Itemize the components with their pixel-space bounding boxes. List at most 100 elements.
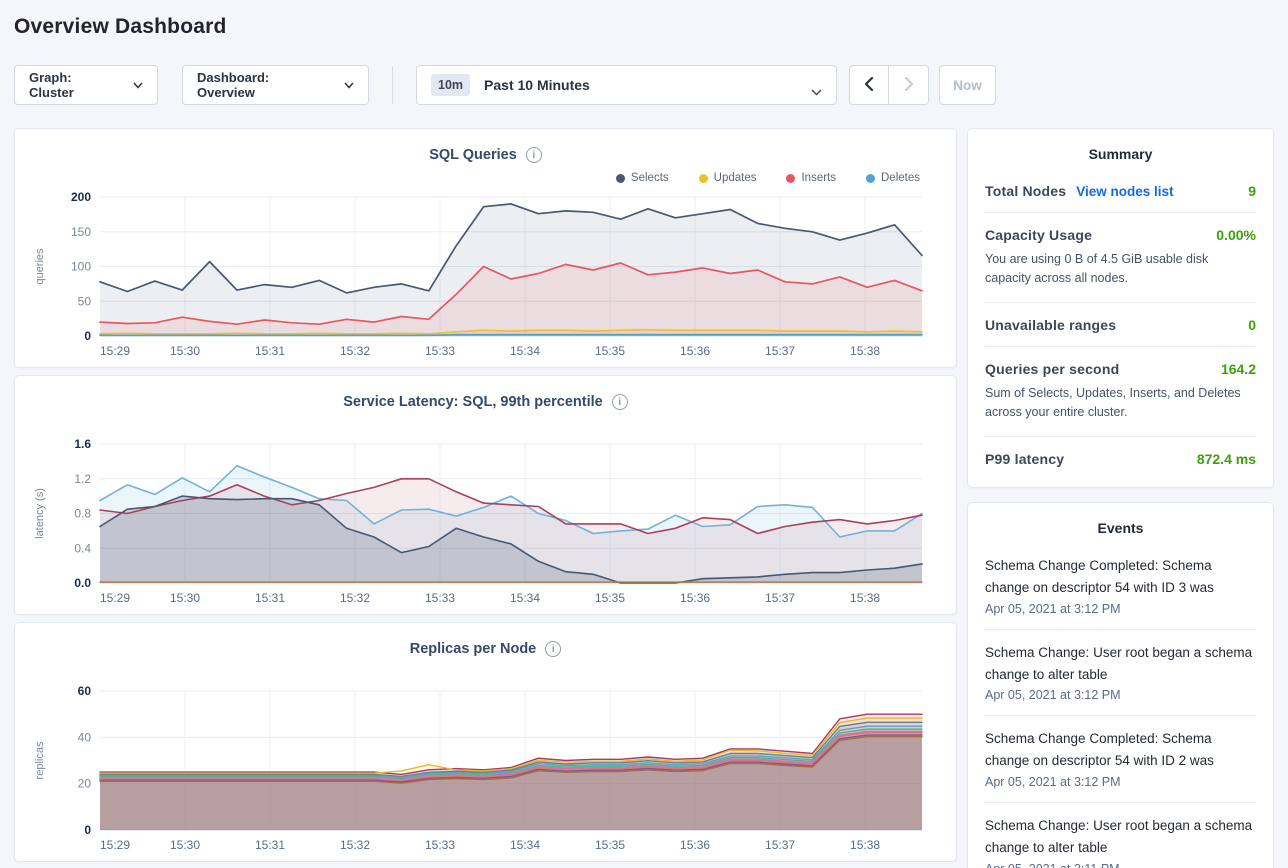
now-button[interactable]: Now: [939, 65, 996, 105]
sidebar: Summary Total Nodes View nodes list 9 Ca…: [967, 128, 1274, 868]
legend-item: Updates: [699, 172, 757, 184]
legend-dot-icon: [616, 174, 625, 183]
chevron-down-icon: [133, 82, 143, 89]
event-item: Schema Change Completed: Schema change o…: [985, 543, 1256, 630]
svg-text:15:31: 15:31: [255, 838, 285, 852]
svg-text:15:33: 15:33: [425, 591, 455, 605]
info-icon[interactable]: i: [545, 641, 561, 657]
svg-text:0: 0: [84, 329, 91, 343]
svg-text:15:32: 15:32: [340, 591, 370, 605]
event-timestamp: Apr 05, 2021 at 3:12 PM: [985, 688, 1256, 702]
page-title: Overview Dashboard: [14, 15, 1274, 39]
summary-row-value: 0.00%: [1216, 227, 1256, 243]
legend-dot-icon: [786, 174, 795, 183]
svg-text:15:36: 15:36: [680, 838, 710, 852]
time-step-buttons: [849, 65, 929, 105]
time-range-picker[interactable]: 10m Past 10 Minutes: [416, 65, 837, 105]
summary-card: Summary Total Nodes View nodes list 9 Ca…: [967, 128, 1274, 488]
svg-text:40: 40: [78, 730, 92, 744]
event-item: Schema Change Completed: Schema change o…: [985, 716, 1256, 803]
svg-text:1.6: 1.6: [74, 437, 91, 451]
summary-row-subtext: Sum of Selects, Updates, Inserts, and De…: [985, 384, 1256, 423]
event-item: Schema Change: User root began a schema …: [985, 630, 1256, 717]
chevron-left-icon: [863, 76, 875, 95]
svg-text:15:34: 15:34: [510, 344, 540, 358]
svg-text:latency (s): latency (s): [34, 488, 46, 539]
legend-dot-icon: [866, 174, 875, 183]
svg-text:100: 100: [71, 260, 91, 274]
summary-row-label: Capacity Usage: [985, 227, 1092, 243]
svg-text:15:33: 15:33: [425, 344, 455, 358]
summary-row-value: 164.2: [1221, 361, 1256, 377]
svg-text:15:37: 15:37: [765, 344, 795, 358]
replicas-per-node-chart: 020406015:2915:3015:3115:3215:3315:3415:…: [15, 684, 956, 856]
time-range-badge: 10m: [431, 74, 470, 96]
legend-dot-icon: [699, 174, 708, 183]
legend-item: Selects: [616, 172, 669, 184]
svg-text:150: 150: [71, 225, 91, 239]
svg-text:15:38: 15:38: [850, 591, 880, 605]
svg-text:15:32: 15:32: [340, 344, 370, 358]
info-icon[interactable]: i: [526, 147, 542, 163]
svg-text:15:37: 15:37: [765, 591, 795, 605]
replicas-per-node-chart-title: Replicas per Node: [410, 641, 537, 657]
chevron-down-icon: [344, 82, 354, 89]
svg-text:15:35: 15:35: [595, 838, 625, 852]
time-range-label: Past 10 Minutes: [484, 77, 590, 93]
svg-text:15:31: 15:31: [255, 591, 285, 605]
summary-title: Summary: [968, 129, 1273, 169]
svg-text:15:34: 15:34: [510, 838, 540, 852]
legend-item: Deletes: [866, 172, 920, 184]
view-nodes-list-link[interactable]: View nodes list: [1076, 184, 1173, 199]
graph-dropdown-label: Graph: Cluster: [29, 70, 113, 100]
svg-text:0.0: 0.0: [74, 576, 91, 590]
svg-text:queries: queries: [34, 248, 46, 285]
legend-item: Inserts: [786, 172, 836, 184]
service-latency-chart-title: Service Latency: SQL, 99th percentile: [343, 394, 603, 410]
summary-row-queries-per-second: Queries per second 164.2 Sum of Selects,…: [985, 347, 1256, 437]
svg-text:replicas: replicas: [34, 741, 46, 779]
sql-queries-legend: Selects Updates Inserts Deletes: [15, 166, 956, 190]
summary-row-unavailable-ranges: Unavailable ranges 0: [985, 303, 1256, 347]
summary-row-label: Queries per second: [985, 361, 1119, 377]
chevron-down-icon: [811, 83, 822, 99]
summary-row-label: Unavailable ranges: [985, 317, 1116, 333]
dashboard-dropdown[interactable]: Dashboard: Overview: [182, 65, 369, 105]
svg-text:15:35: 15:35: [595, 591, 625, 605]
summary-row-capacity-usage: Capacity Usage 0.00% You are using 0 B o…: [985, 213, 1256, 303]
main-content: SQL Queries i Selects Updates Inserts Delet…: [14, 128, 1274, 868]
summary-row-total-nodes: Total Nodes View nodes list 9: [985, 169, 1256, 213]
svg-text:15:30: 15:30: [170, 591, 200, 605]
time-forward-button[interactable]: [889, 65, 929, 105]
svg-text:15:33: 15:33: [425, 838, 455, 852]
graph-dropdown[interactable]: Graph: Cluster: [14, 65, 158, 105]
overview-dashboard-page: Overview Dashboard Graph: Cluster Dashbo…: [0, 0, 1288, 868]
svg-text:15:31: 15:31: [255, 344, 285, 358]
svg-text:0: 0: [84, 823, 91, 837]
sql-queries-chart-card: SQL Queries i Selects Updates Inserts Delet…: [14, 128, 957, 368]
event-timestamp: Apr 05, 2021 at 3:12 PM: [985, 775, 1256, 789]
event-text: Schema Change: User root began a schema …: [985, 642, 1256, 686]
svg-text:15:36: 15:36: [680, 591, 710, 605]
chevron-right-icon: [903, 76, 915, 95]
svg-text:200: 200: [71, 190, 91, 204]
info-icon[interactable]: i: [612, 394, 628, 410]
toolbar: Graph: Cluster Dashboard: Overview 10m P…: [14, 65, 1274, 105]
summary-row-value: 0: [1248, 317, 1256, 333]
svg-text:0.4: 0.4: [74, 541, 91, 555]
svg-text:60: 60: [78, 684, 92, 698]
svg-text:15:38: 15:38: [850, 344, 880, 358]
charts-column: SQL Queries i Selects Updates Inserts Delet…: [14, 128, 957, 868]
time-back-button[interactable]: [849, 65, 889, 105]
event-item: Schema Change: User root began a schema …: [985, 803, 1256, 868]
svg-text:15:36: 15:36: [680, 344, 710, 358]
sql-queries-chart-title: SQL Queries: [429, 147, 517, 163]
replicas-per-node-chart-card: Replicas per Node i 020406015:2915:3015:…: [14, 622, 957, 862]
svg-text:15:32: 15:32: [340, 838, 370, 852]
svg-text:15:38: 15:38: [850, 838, 880, 852]
summary-row-label: Total Nodes: [985, 183, 1066, 199]
service-latency-chart: 0.00.40.81.21.615:2915:3015:3115:3215:33…: [15, 437, 956, 609]
dashboard-dropdown-label: Dashboard: Overview: [197, 70, 324, 100]
event-timestamp: Apr 05, 2021 at 3:12 PM: [985, 602, 1256, 616]
events-card: Events Schema Change Completed: Schema c…: [967, 502, 1274, 868]
